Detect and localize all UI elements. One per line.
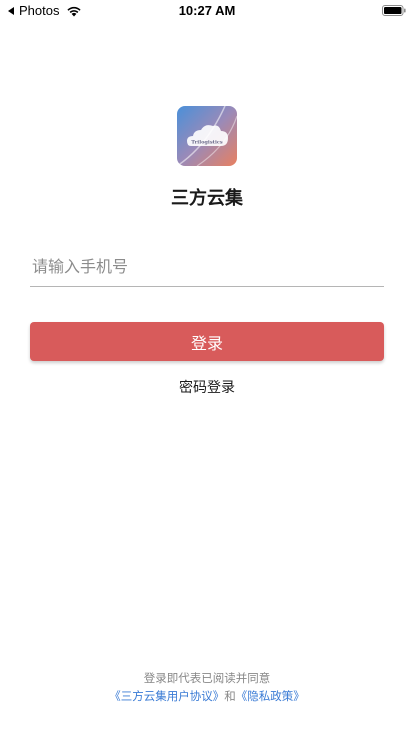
battery-icon <box>382 5 406 16</box>
app-name: 三方云集 <box>171 188 243 209</box>
agreement-notice: 登录即代表已阅读并同意 《三方云集用户协议》和《隐私政策》 <box>0 669 414 705</box>
agreement-prefix: 登录即代表已阅读并同意 <box>143 671 271 685</box>
cloud-logo-icon: Trilogistics <box>177 106 237 166</box>
status-time: 10:27 AM <box>178 3 236 18</box>
agreement-conjunction: 和 <box>224 689 236 703</box>
status-bar: Photos 10:27 AM <box>0 0 414 22</box>
login-button[interactable]: 登录 <box>30 322 384 361</box>
login-screen: Photos 10:27 AM Trilogistics 三方云集 请输入手机号… <box>0 0 414 736</box>
phone-number-input[interactable] <box>30 252 384 287</box>
user-agreement-link[interactable]: 《三方云集用户协议》 <box>109 689 224 703</box>
agreement-links: 《三方云集用户协议》和《隐私政策》 <box>0 687 414 705</box>
svg-text:Trilogistics: Trilogistics <box>191 140 223 146</box>
app-logo: Trilogistics <box>177 106 237 166</box>
password-login-link[interactable]: 密码登录 <box>0 377 414 397</box>
privacy-policy-link[interactable]: 《隐私政策》 <box>236 689 305 703</box>
